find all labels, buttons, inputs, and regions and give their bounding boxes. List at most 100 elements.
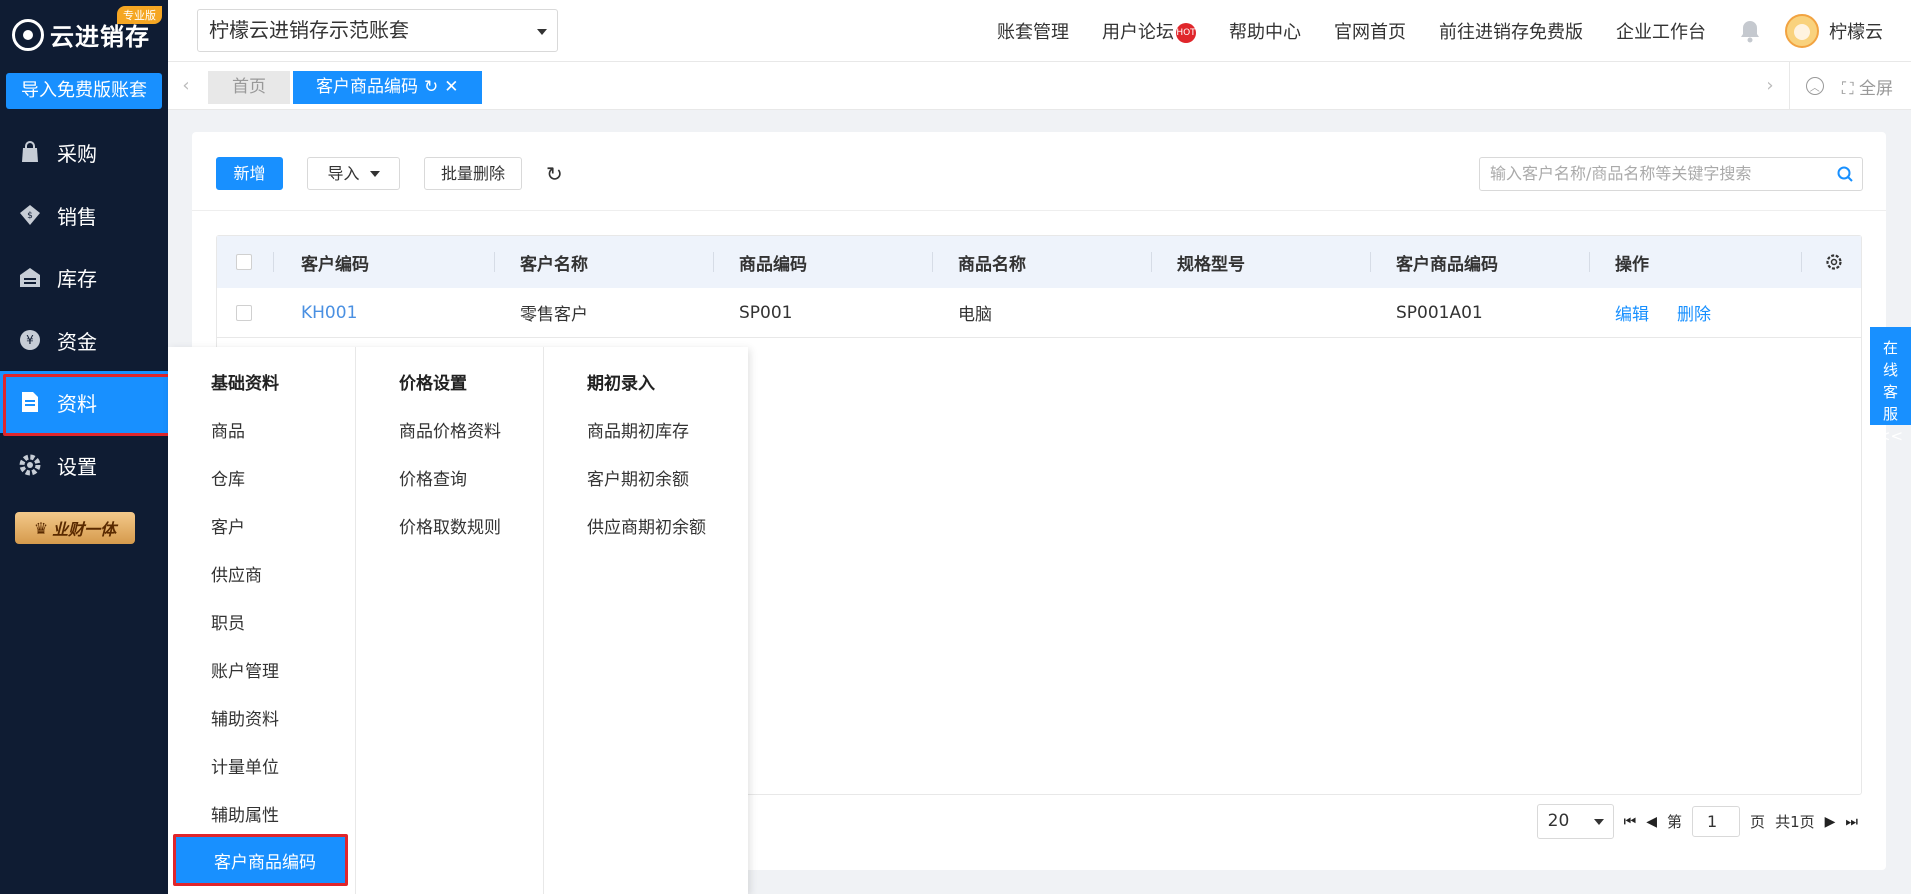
collapse-up-icon[interactable]: ︿ [1805, 77, 1824, 95]
prev-page-icon[interactable]: ◀ [1646, 814, 1657, 830]
business-finance-badge[interactable]: ♛ 业财一体 [15, 512, 135, 544]
sidebar-item-label: 库存 [57, 266, 97, 291]
sidebar: 云进销存 专业版 导入免费版账套 采购 $ 销售 库存 ¥ 资金 资料 设置 ♛… [0, 0, 171, 894]
tab-scroll-left-icon[interactable]: ‹ [176, 62, 196, 110]
nav-account-management[interactable]: 账套管理 [997, 18, 1069, 44]
nav-free-version[interactable]: 前往进销存免费版 [1439, 18, 1583, 44]
last-page-icon[interactable]: ⏭ [1845, 814, 1858, 830]
col-spec-model[interactable]: 规格型号 [1177, 236, 1245, 288]
account-set-select[interactable]: 柠檬云进销存示范账套 [197, 9, 558, 52]
tab-customer-product-code[interactable]: 客户商品编码 ↻ ✕ [293, 71, 482, 104]
top-nav: 账套管理 用户论坛 HOT 帮助中心 官网首页 前往进销存免费版 企业工作台 柠檬… [997, 0, 1911, 62]
sidebar-item-funds[interactable]: ¥ 资金 [0, 309, 168, 371]
cell-customer-code[interactable]: KH001 [301, 288, 357, 337]
flyout-item-customer-opening-balance[interactable]: 客户期初余额 [587, 465, 689, 490]
sidebar-item-sales[interactable]: $ 销售 [0, 184, 168, 246]
service-char: 在 [1882, 339, 1898, 357]
flyout-item-price-rule[interactable]: 价格取数规则 [399, 513, 501, 538]
online-service-button[interactable]: 在 线 客 服 << [1870, 327, 1911, 445]
close-icon[interactable]: ✕ [444, 71, 458, 104]
import-free-button[interactable]: 导入免费版账套 [6, 73, 162, 109]
col-customer-product-code[interactable]: 客户商品编码 [1396, 236, 1498, 288]
select-all-checkbox[interactable] [236, 236, 252, 288]
top-header: 柠檬云进销存示范账套 账套管理 用户论坛 HOT 帮助中心 官网首页 前往进销存免… [168, 0, 1911, 62]
batch-delete-button[interactable]: 批量删除 [424, 157, 523, 190]
edit-link[interactable]: 编辑 [1615, 300, 1649, 325]
table-row: KH001 零售客户 SP001 电脑 SP001A01 编辑 删除 [217, 288, 1861, 338]
caret-down-icon [537, 29, 547, 35]
flyout-item-product-price[interactable]: 商品价格资料 [399, 417, 501, 442]
fullscreen-button[interactable]: ⛶ 全屏 [1842, 74, 1893, 99]
flyout-item-product[interactable]: 商品 [211, 417, 245, 442]
col-product-name[interactable]: 商品名称 [958, 236, 1026, 288]
page-size-select[interactable]: 20 [1536, 804, 1614, 839]
flyout-item-supplier[interactable]: 供应商 [211, 561, 262, 586]
search-icon[interactable] [1836, 165, 1854, 183]
flyout-col-title: 价格设置 [399, 374, 467, 394]
flyout-item-price-query[interactable]: 价格查询 [399, 465, 467, 490]
col-product-code[interactable]: 商品编码 [739, 236, 807, 288]
flyout-item-supplier-opening-balance[interactable]: 供应商期初余额 [587, 513, 706, 538]
delete-link[interactable]: 删除 [1677, 300, 1711, 325]
page-total: 共1页 [1775, 813, 1815, 831]
import-button[interactable]: 导入 [307, 157, 400, 190]
flyout-item-customer[interactable]: 客户 [211, 513, 245, 538]
nav-help-center[interactable]: 帮助中心 [1229, 18, 1301, 44]
sidebar-item-label: 采购 [57, 141, 97, 166]
username[interactable]: 柠檬云 [1829, 18, 1883, 44]
column-settings-icon[interactable] [1825, 236, 1843, 288]
flyout-item-auxiliary-attribute[interactable]: 辅助属性 [211, 801, 279, 826]
row-checkbox[interactable] [236, 288, 252, 337]
tab-home[interactable]: 首页 [208, 71, 290, 104]
flyout-item-staff[interactable]: 职员 [211, 609, 245, 634]
flyout-item-account-management[interactable]: 账户管理 [211, 657, 279, 682]
refresh-icon[interactable]: ↻ [424, 71, 438, 104]
crown-icon: ♛ [33, 518, 49, 538]
service-char: 客 [1882, 383, 1898, 401]
cell-customer-name: 零售客户 [520, 305, 588, 325]
refresh-icon[interactable]: ↻ [546, 162, 563, 186]
flyout-col-title: 期初录入 [587, 374, 655, 394]
next-page-icon[interactable]: ▶ [1825, 814, 1836, 830]
search-input[interactable] [1490, 164, 1820, 183]
flyout-item-auxiliary-data[interactable]: 辅助资料 [211, 705, 279, 730]
flyout-col-title: 基础资料 [211, 374, 279, 394]
svg-text:¥: ¥ [26, 333, 34, 347]
nav-user-forum[interactable]: 用户论坛 HOT [1102, 18, 1196, 44]
add-button[interactable]: 新增 [216, 157, 283, 190]
sidebar-item-settings[interactable]: 设置 [0, 434, 168, 496]
logo[interactable]: 云进销存 专业版 [0, 0, 168, 62]
tab-actions: ︿ ⛶ 全屏 [1788, 62, 1911, 110]
svg-text:$: $ [27, 211, 33, 221]
first-page-icon[interactable]: ⏮ [1624, 814, 1637, 830]
service-char: 服 [1882, 405, 1898, 423]
avatar[interactable] [1785, 14, 1819, 48]
nav-enterprise-workbench[interactable]: 企业工作台 [1616, 18, 1706, 44]
page-prefix: 第 [1667, 813, 1683, 831]
warehouse-icon [19, 266, 41, 288]
sidebar-item-master-data[interactable]: 资料 [0, 371, 171, 436]
flyout-item-opening-stock[interactable]: 商品期初库存 [587, 417, 689, 442]
nav-official-site[interactable]: 官网首页 [1334, 18, 1406, 44]
toolbar: 新增 导入 批量删除 ↻ [216, 157, 563, 190]
service-expand-icon: << [1877, 427, 1904, 445]
column-divider [494, 252, 495, 272]
master-data-flyout-menu: 基础资料 商品 仓库 客户 供应商 职员 账户管理 辅助资料 计量单位 辅助属性… [168, 347, 748, 894]
sidebar-item-inventory[interactable]: 库存 [0, 246, 168, 308]
flyout-item-unit[interactable]: 计量单位 [211, 753, 279, 778]
bell-icon[interactable] [1739, 19, 1761, 43]
flyout-item-warehouse[interactable]: 仓库 [211, 465, 245, 490]
sidebar-item-purchase[interactable]: 采购 [0, 121, 168, 183]
nav-user-forum-label: 用户论坛 [1102, 22, 1174, 43]
pro-badge: 专业版 [117, 6, 162, 24]
sidebar-item-label: 资料 [57, 391, 97, 416]
flyout-item-customer-product-code[interactable]: 客户商品编码 [173, 834, 348, 886]
col-customer-code[interactable]: 客户编码 [301, 236, 369, 288]
sidebar-item-label: 资金 [57, 329, 97, 354]
pagination: 20 ⏮ ◀ 第 1 页 共1页 ▶ ⏭ [1536, 804, 1858, 839]
cell-product-code: SP001 [739, 302, 793, 323]
tab-scroll-right-icon[interactable]: › [1760, 62, 1780, 110]
col-customer-name[interactable]: 客户名称 [520, 236, 588, 288]
fullscreen-label: 全屏 [1859, 78, 1893, 99]
page-number-input[interactable]: 1 [1692, 806, 1741, 837]
